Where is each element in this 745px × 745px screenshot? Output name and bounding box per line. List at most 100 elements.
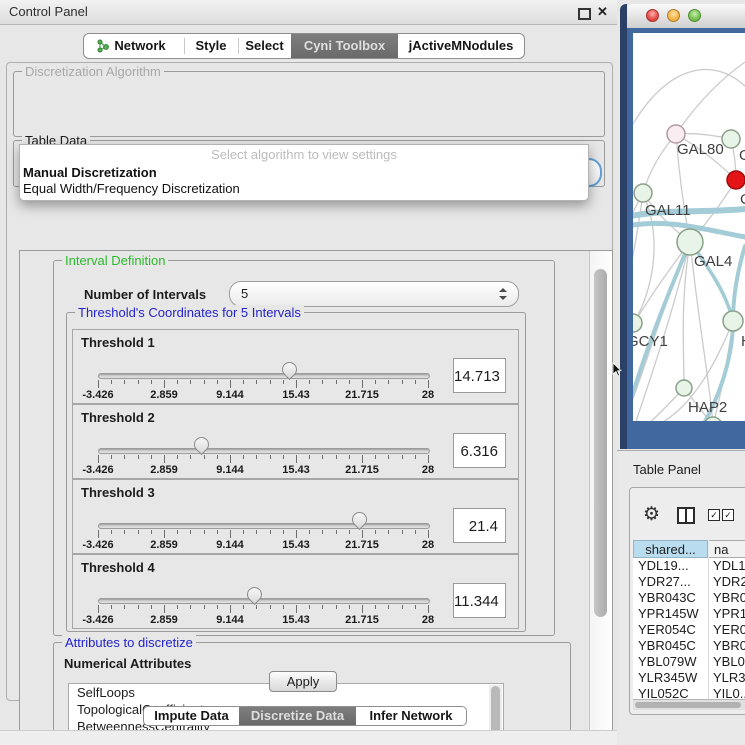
minor-tick: [349, 380, 350, 384]
algorithm-hint-item[interactable]: Select algorithm to view settings: [20, 145, 588, 165]
threshold-value-field[interactable]: 14.713: [453, 358, 506, 393]
minor-tick: [204, 605, 205, 609]
minor-tick: [138, 605, 139, 609]
node-label: HAP2: [688, 399, 727, 416]
minor-tick: [336, 380, 337, 384]
attributes-scroll-thumb[interactable]: [491, 686, 500, 732]
tab-jactivemnodules[interactable]: jActiveMNodules: [398, 34, 524, 58]
cell-name: YER0...: [713, 622, 745, 638]
network-window: GAL80GACGAL11GAL4GCY1HHAP2: [620, 4, 745, 449]
tick-label: 28: [398, 614, 458, 626]
tick-label: 21.715: [332, 389, 392, 401]
network-edge[interactable]: [633, 193, 643, 274]
threshold-value-field[interactable]: 11.344: [453, 583, 506, 618]
network-window-titlebar: [627, 4, 745, 29]
attributes-group-title: Attributes to discretize: [62, 635, 196, 650]
network-edge[interactable]: [643, 134, 676, 193]
table-row[interactable]: YPR145WYPR1...: [633, 606, 745, 622]
tab-network[interactable]: Network: [84, 34, 184, 58]
tab-style[interactable]: Style: [184, 34, 238, 58]
threshold-slider-track[interactable]: [98, 373, 430, 379]
network-node[interactable]: [633, 314, 642, 332]
minor-tick: [336, 455, 337, 459]
tab-separator: [184, 38, 185, 54]
interval-definition-title: Interval Definition: [62, 253, 168, 268]
table-row[interactable]: YBL079WYBL0...: [633, 654, 745, 670]
network-node[interactable]: [676, 380, 692, 396]
column-layout-icon[interactable]: [677, 507, 695, 524]
node-label: GCY1: [633, 333, 668, 350]
node-label: GAL4: [694, 253, 732, 270]
threshold-label: Threshold 3: [81, 485, 155, 500]
column-header-name[interactable]: na: [709, 540, 745, 558]
network-edge[interactable]: [633, 388, 684, 421]
column-header-shared-name[interactable]: shared...: [633, 540, 708, 558]
network-node[interactable]: [677, 229, 703, 255]
cell-shared-name: YLR345W: [638, 670, 697, 686]
tick-label: 9.144: [200, 464, 260, 476]
float-window-icon[interactable]: [578, 8, 591, 20]
table-row[interactable]: YBR045CYBR0...: [633, 638, 745, 654]
checkbox-icon[interactable]: ✓: [722, 509, 734, 521]
algorithm-option-equal-width[interactable]: Equal Width/Frequency Discretization: [20, 181, 588, 197]
tab-select[interactable]: Select: [238, 34, 291, 58]
table-horizontal-scrollbar[interactable]: [633, 699, 745, 710]
table-row[interactable]: YBR043CYBR0...: [633, 590, 745, 606]
major-tick: [230, 380, 231, 388]
algorithm-option-manual[interactable]: Manual Discretization: [20, 165, 588, 181]
threshold-label: Threshold 1: [81, 335, 155, 350]
apply-button[interactable]: Apply: [269, 671, 337, 692]
cyni-mode-tabs: Impute DataDiscretize DataInfer Network: [143, 706, 467, 726]
table-row[interactable]: YLR345WYLR3...: [633, 670, 745, 686]
zoom-traffic-light[interactable]: [688, 9, 701, 22]
minor-tick: [415, 605, 416, 609]
gear-icon[interactable]: ⚙: [643, 503, 660, 526]
tick-label: -3.426: [68, 464, 128, 476]
threshold-value-field[interactable]: 6.316: [453, 433, 506, 468]
threshold-slider-track[interactable]: [98, 523, 430, 529]
threshold-value-field[interactable]: 21.4: [453, 508, 506, 543]
table-row[interactable]: YER054CYER0...: [633, 622, 745, 638]
node-table-body[interactable]: YDL19...YDL1...YDR27...YDR2...YBR043CYBR…: [633, 558, 745, 699]
minor-tick: [388, 605, 389, 609]
minor-tick: [375, 380, 376, 384]
control-panel-tabs: NetworkStyleSelectCyni ToolboxjActiveMNo…: [83, 33, 525, 59]
threshold-slider-track[interactable]: [98, 598, 430, 604]
panel-title: Control Panel: [9, 0, 88, 24]
major-tick: [230, 605, 231, 613]
number-of-intervals-label: Number of Intervals: [84, 287, 206, 302]
network-canvas[interactable]: GAL80GACGAL11GAL4GCY1HHAP2: [633, 33, 745, 421]
table-row[interactable]: YDR27...YDR2...: [633, 574, 745, 590]
threshold-slider-track[interactable]: [98, 448, 430, 454]
table-row[interactable]: YIL052CYIL0...: [633, 686, 745, 699]
minor-tick: [151, 605, 152, 609]
minor-tick: [151, 530, 152, 534]
minor-tick: [256, 455, 257, 459]
cell-shared-name: YDR27...: [638, 574, 691, 590]
settings-scrollbar[interactable]: [589, 251, 612, 731]
minor-tick: [177, 605, 178, 609]
network-node[interactable]: [634, 184, 652, 202]
network-window-edge: [620, 4, 627, 449]
minor-tick: [124, 455, 125, 459]
tab-impute-data[interactable]: Impute Data: [144, 707, 239, 725]
checkbox-icon[interactable]: ✓: [708, 509, 720, 521]
close-traffic-light[interactable]: [646, 9, 659, 22]
table-scroll-thumb[interactable]: [635, 702, 741, 708]
tick-label: 2.859: [134, 539, 194, 551]
network-node[interactable]: [727, 171, 745, 189]
minor-tick: [283, 380, 284, 384]
network-node[interactable]: [722, 130, 740, 148]
number-of-intervals-combobox[interactable]: 5: [229, 281, 519, 307]
table-row[interactable]: YDL19...YDL1...: [633, 558, 745, 574]
tab-discretize-data[interactable]: Discretize Data: [239, 707, 356, 725]
tab-cyni-toolbox[interactable]: Cyni Toolbox: [291, 34, 398, 58]
settings-scroll-thumb[interactable]: [594, 269, 607, 617]
network-node[interactable]: [723, 311, 743, 331]
minor-tick: [138, 530, 139, 534]
minimize-traffic-light[interactable]: [667, 9, 680, 22]
attributes-list-scrollbar[interactable]: [489, 685, 502, 732]
tab-infer-network[interactable]: Infer Network: [356, 707, 466, 725]
close-icon[interactable]: ✕: [597, 4, 608, 20]
cyni-toolbox-panel: Discretization Algorithm Select algorith…: [6, 62, 613, 701]
